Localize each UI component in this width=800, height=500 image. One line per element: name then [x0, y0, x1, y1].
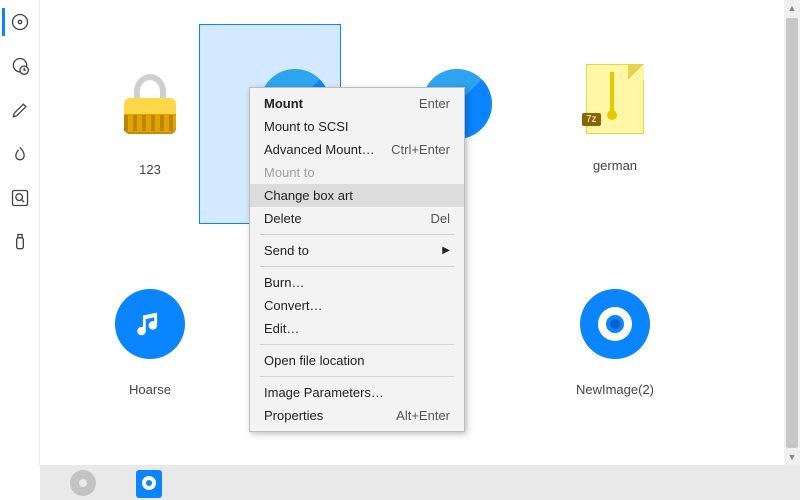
menu-label: Image Parameters…: [264, 381, 384, 404]
drive-slot[interactable]: [70, 470, 96, 496]
lock-icon: [118, 72, 182, 136]
menu-item-open-location[interactable]: Open file location: [250, 349, 464, 372]
menu-label: Send to: [264, 239, 309, 262]
sidebar-item-catalog[interactable]: [2, 4, 38, 40]
menu-label: Open file location: [264, 349, 364, 372]
sidebar-item-burn[interactable]: [2, 136, 38, 172]
search-icon: [10, 188, 30, 208]
menu-label: Advanced Mount…: [264, 138, 375, 161]
menu-separator: [260, 234, 454, 235]
menu-item-convert[interactable]: Convert…: [250, 294, 464, 317]
menu-label: Change box art: [264, 184, 353, 207]
image-item-123[interactable]: 123: [70, 60, 230, 177]
sidebar-item-recent[interactable]: [2, 48, 38, 84]
menu-label: Mount to SCSI: [264, 115, 349, 138]
scroll-thumb[interactable]: [786, 18, 798, 448]
scroll-up-button[interactable]: ▲: [784, 0, 800, 16]
menu-separator: [260, 376, 454, 377]
vertical-scrollbar[interactable]: ▲ ▼: [784, 0, 800, 465]
menu-label: Properties: [264, 404, 323, 427]
menu-shortcut: Del: [430, 207, 450, 230]
menu-item-edit[interactable]: Edit…: [250, 317, 464, 340]
scroll-down-button[interactable]: ▼: [784, 449, 800, 465]
menu-label: Delete: [264, 207, 302, 230]
menu-item-change-box-art[interactable]: Change box art: [250, 184, 464, 207]
chevron-right-icon: ▶: [442, 239, 450, 262]
archive-badge: 7z: [582, 113, 601, 126]
music-icon: [115, 289, 185, 359]
menu-label: Mount to: [264, 161, 315, 184]
menu-separator: [260, 344, 454, 345]
menu-label: Mount: [264, 92, 303, 115]
sidebar-item-edit[interactable]: [2, 92, 38, 128]
menu-label: Convert…: [264, 294, 323, 317]
burn-icon: [10, 144, 30, 164]
image-label: Hoarse: [70, 382, 230, 397]
catalog-icon: [10, 12, 30, 32]
drive-bar: [40, 465, 800, 500]
menu-item-burn[interactable]: Burn…: [250, 271, 464, 294]
menu-item-properties[interactable]: Properties Alt+Enter: [250, 404, 464, 427]
pencil-icon: [10, 100, 30, 120]
menu-item-parameters[interactable]: Image Parameters…: [250, 381, 464, 404]
menu-label: Burn…: [264, 271, 304, 294]
menu-label: Edit…: [264, 317, 299, 340]
image-item-newimage2[interactable]: NewImage(2): [535, 280, 695, 397]
menu-item-mount-to: Mount to: [250, 161, 464, 184]
archive-icon: 7z: [580, 60, 650, 140]
ring-icon: [580, 289, 650, 359]
image-label: german: [535, 158, 695, 173]
sidebar-item-usb[interactable]: [2, 224, 38, 260]
menu-shortcut: Ctrl+Enter: [391, 138, 450, 161]
menu-item-mount[interactable]: Mount Enter: [250, 92, 464, 115]
menu-separator: [260, 266, 454, 267]
context-menu: Mount Enter Mount to SCSI Advanced Mount…: [249, 87, 465, 432]
app-root: { "sidebar": { "items": [ { "name": "cat…: [0, 0, 800, 500]
image-label: NewImage(2): [535, 382, 695, 397]
disc-time-icon: [10, 56, 30, 76]
menu-item-delete[interactable]: Delete Del: [250, 207, 464, 230]
toolbar-sidebar: [0, 0, 40, 465]
image-label: 123: [70, 162, 230, 177]
sidebar-item-scan[interactable]: [2, 180, 38, 216]
image-item-german[interactable]: 7z german: [535, 56, 695, 173]
menu-shortcut: Alt+Enter: [396, 404, 450, 427]
image-item-hoarse[interactable]: Hoarse: [70, 280, 230, 397]
mounted-image-slot[interactable]: [136, 470, 162, 496]
usb-icon: [10, 232, 30, 252]
menu-shortcut: Enter: [419, 92, 450, 115]
menu-item-advanced-mount[interactable]: Advanced Mount… Ctrl+Enter: [250, 138, 464, 161]
menu-item-send-to[interactable]: Send to ▶: [250, 239, 464, 262]
menu-item-mount-scsi[interactable]: Mount to SCSI: [250, 115, 464, 138]
